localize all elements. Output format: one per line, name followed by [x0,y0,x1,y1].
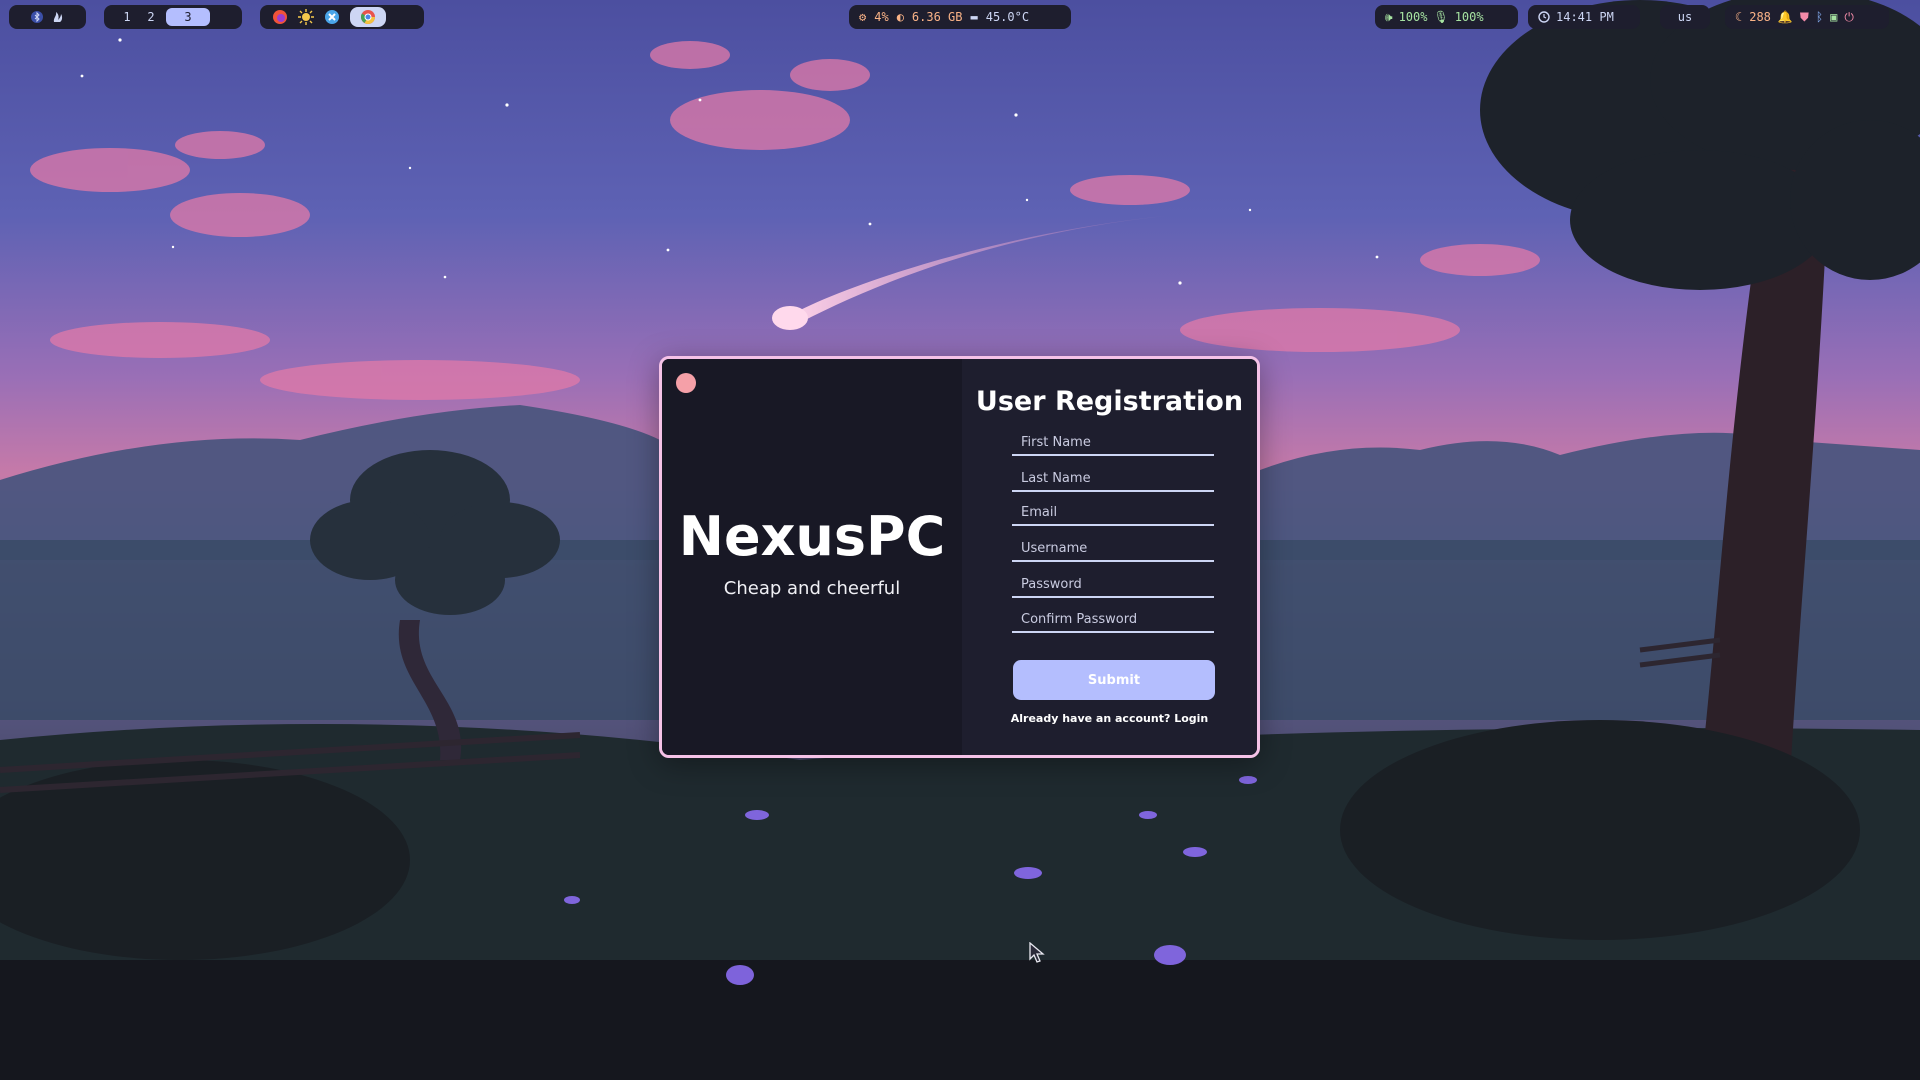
workspace-2[interactable]: 2 [142,8,160,26]
brand-title: NexusPC [678,505,946,568]
cpu-icon: ⚙ [859,10,867,24]
username-input[interactable] [1012,536,1214,562]
keyboard-layout[interactable]: us [1678,10,1692,24]
registration-window: NexusPC Cheap and cheerful User Registra… [659,356,1260,758]
notification-icon[interactable]: 🔔 [1778,10,1793,24]
tray-pill: ☾ 288 🔔 ⛊ ᛒ ▣ ⏻ [1725,5,1889,29]
system-stats-pill: ⚙ 4% ◐ 6.36 GB ▬ 45.0°C [849,5,1071,29]
microphone-icon[interactable]: 🎙 [1433,10,1448,24]
brand-panel: NexusPC Cheap and cheerful [662,359,962,755]
clock-pill: 14:41 PM [1528,5,1640,29]
email-input[interactable] [1012,500,1214,526]
login-prompt: Already have an account? Login [962,712,1257,725]
vscode-icon[interactable] [324,9,340,25]
registration-form: User Registration Submit Already have an… [962,359,1257,755]
cpu-usage: 4% [874,10,889,24]
flame-icon[interactable] [51,10,65,24]
brand-tagline: Cheap and cheerful [723,578,901,599]
login-link[interactable]: Login [1174,712,1208,725]
last-name-input[interactable] [1012,466,1214,492]
display-icon[interactable]: ▣ [1830,10,1837,24]
firefox-icon[interactable] [272,9,288,25]
chrome-app-active[interactable] [350,7,386,27]
clock-icon [1538,11,1550,23]
workspace-3-active[interactable]: 3 [166,8,210,26]
memory-usage: 6.36 GB [911,10,963,24]
submit-button[interactable]: Submit [1013,660,1215,700]
memory-icon: ◐ [896,10,904,24]
close-button[interactable] [676,373,696,393]
apps-pill [260,5,424,29]
audio-pill: 🕪 100% 🎙 100% [1375,5,1518,29]
bluetooth-icon[interactable] [30,11,43,23]
workspaces-pill: 1 2 3 [104,5,242,29]
temperature: 45.0°C [985,10,1030,24]
speaker-icon[interactable]: 🕪 [1385,10,1393,25]
keyboard-layout-pill: us [1660,5,1710,29]
chrome-icon [360,9,376,25]
workspace-1[interactable]: 1 [118,8,136,26]
desktop: 1 2 3 ⚙ 4% ◐ 6.36 GB ▬ 45.0°C 🕪 100% 🎙 1… [0,0,1920,1080]
mic-level[interactable]: 100% [1455,10,1484,24]
moon-icon[interactable]: ☾ [1735,10,1742,24]
bluetooth-icon[interactable]: ᛒ [1816,10,1823,24]
left-indicator-pill [9,5,86,29]
confirm-password-input[interactable] [1012,607,1214,633]
mouse-cursor-icon [1029,942,1045,963]
login-prompt-text: Already have an account? [1010,712,1171,725]
volume-level[interactable]: 100% [1399,10,1428,24]
first-name-input[interactable] [1012,430,1214,456]
sun-app-icon[interactable] [298,9,314,25]
shield-icon[interactable]: ⛊ [1800,10,1809,25]
power-icon[interactable]: ⏻ [1844,10,1854,25]
form-title: User Registration [975,386,1244,417]
clock-time[interactable]: 14:41 PM [1556,10,1614,24]
thermometer-icon: ▬ [970,10,978,24]
updates-count[interactable]: 288 [1749,10,1771,24]
password-input[interactable] [1012,572,1214,598]
